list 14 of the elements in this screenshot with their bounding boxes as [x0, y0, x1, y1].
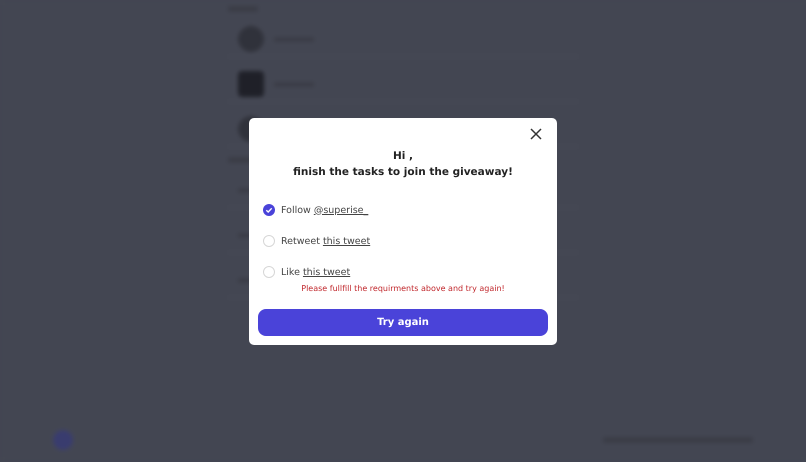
dialog-title: finish the tasks to join the giveaway! — [292, 164, 514, 180]
checked-circle-icon[interactable] — [263, 204, 275, 216]
unchecked-circle-icon[interactable] — [263, 235, 275, 247]
error-message: Please fullfill the requirments above and try again! — [300, 284, 506, 292]
task-label: Like — [281, 266, 300, 278]
task-link[interactable]: this tweet — [302, 266, 350, 278]
task-label: Retweet — [281, 234, 320, 248]
task-label: Follow — [281, 204, 311, 216]
task-link[interactable]: @superise_ — [314, 204, 368, 216]
unchecked-circle-icon[interactable] — [263, 266, 275, 278]
close-icon[interactable] — [530, 128, 542, 140]
task-link[interactable]: this tweet — [322, 234, 370, 248]
dialog-greeting: Hi , — [392, 148, 414, 164]
try-again-button[interactable]: Try again — [258, 308, 548, 336]
